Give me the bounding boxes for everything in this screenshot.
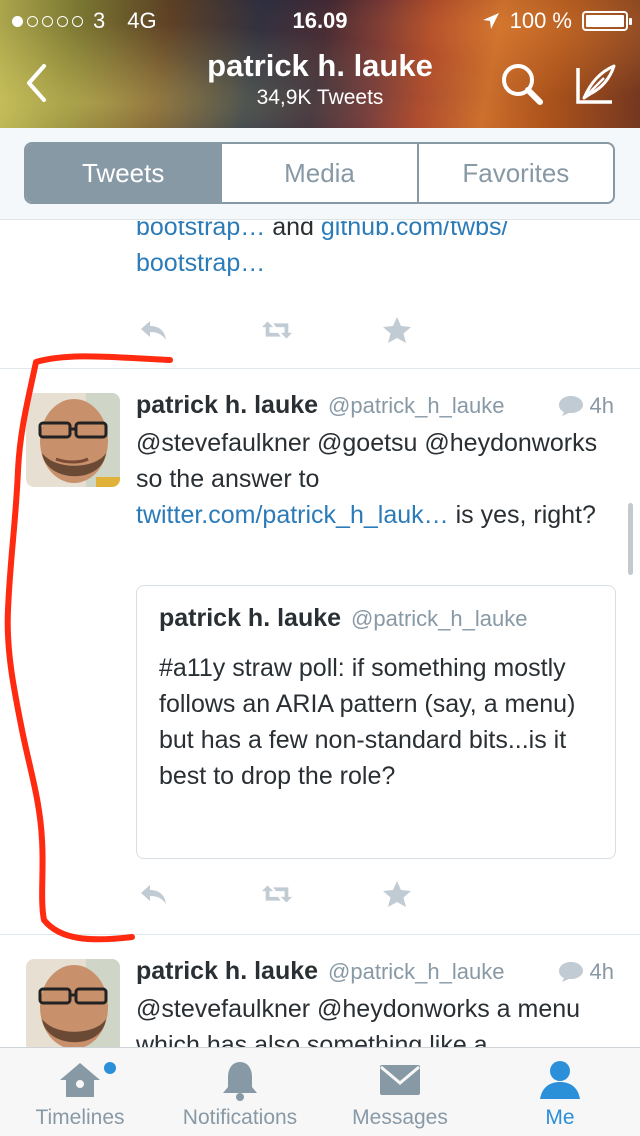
segmented-control: Tweets Media Favorites [24,142,615,204]
tweet-text-fragment: @stevefaulkner @goetsu @heydonworks so t… [136,429,598,493]
tweet-actions [136,315,414,345]
tab-favorites[interactable]: Favorites [419,144,613,202]
reply-button[interactable] [136,879,170,909]
author-name: patrick h. lauke [136,391,319,419]
tweet-link[interactable]: github.com/twbs/ [321,221,509,241]
avatar-photo-icon [26,959,120,1047]
tweet-author[interactable]: patrick h. lauke @patrick_h_lauke [136,391,504,420]
tab-label: Timelines [35,1106,125,1129]
tweet-timeline[interactable]: bootstrap… and github.com/twbs/ bootstra… [0,221,640,1047]
tweet-text: @stevefaulkner @heydonworks a menu which… [136,995,581,1047]
home-icon [55,1058,105,1102]
search-button[interactable] [496,60,550,110]
tweet-link[interactable]: twitter.com/patrick_h_lauk… [136,501,449,529]
quoted-author: patrick h. lauke @patrick_h_lauke [159,604,527,633]
compose-quill-icon [576,64,616,104]
status-bar: 3 4G 16.09 100 % [0,0,640,40]
reply-icon [141,885,166,904]
profile-tabs-bar: Tweets Media Favorites [0,128,640,220]
person-icon [535,1058,585,1102]
tab-label: Notifications [182,1106,298,1129]
tweet-link[interactable]: bootstrap… [136,221,265,241]
quoted-tweet[interactable]: patrick h. lauke @patrick_h_lauke #a11y … [136,585,616,859]
battery-icon [582,11,632,31]
scroll-indicator [628,503,633,575]
compose-tweet-button[interactable] [568,60,622,110]
quoted-author-handle: @patrick_h_lauke [351,606,528,631]
tab-tweets[interactable]: Tweets [26,144,223,202]
avatar[interactable] [26,959,120,1047]
quoted-author-name: patrick h. lauke [159,604,342,632]
tweet-link[interactable]: bootstrap… [136,249,265,277]
retweet-icon [261,885,293,903]
battery-percent: 100 % [509,8,572,33]
author-name: patrick h. lauke [136,957,319,985]
tweet-item[interactable]: patrick h. lauke @patrick_h_lauke 4h @st… [0,369,640,935]
retweet-icon [261,321,293,339]
star-icon [383,881,411,907]
tweet-time: 4h [589,393,614,418]
star-icon [383,317,411,343]
author-handle: @patrick_h_lauke [328,393,505,418]
avatar-photo-icon [26,393,120,487]
tab-label: Messages [352,1106,448,1129]
favorite-button[interactable] [380,315,414,345]
tweet-text: bootstrap… and github.com/twbs/ bootstra… [136,221,616,281]
author-handle: @patrick_h_lauke [328,959,505,984]
tweet-text-fragment: and [265,221,321,241]
tweet-text-fragment: is yes, right? [448,501,596,529]
reply-icon [141,321,166,340]
status-right: 100 % [482,8,632,34]
tab-notifications[interactable]: Notifications [160,1048,320,1136]
profile-header: 3 4G 16.09 100 % patrick h. lauke 34,9K … [0,0,640,128]
reply-button[interactable] [136,315,170,345]
retweet-button[interactable] [260,879,294,909]
tweet-author[interactable]: patrick h. lauke @patrick_h_lauke [136,957,504,986]
location-arrow-icon [482,13,499,29]
tweet-text: @stevefaulkner @goetsu @heydonworks so t… [136,425,606,533]
tweet-item[interactable]: bootstrap… and github.com/twbs/ bootstra… [0,221,640,369]
conversation-bubble-icon [558,962,583,982]
tweet-meta: 4h [558,393,614,419]
tweet-item[interactable]: patrick h. lauke @patrick_h_lauke 4h @st… [0,935,640,1047]
tweet-actions [136,879,414,909]
conversation-bubble-icon [558,396,583,416]
search-icon [502,64,543,105]
tab-messages[interactable]: Messages [320,1048,480,1136]
tab-timelines[interactable]: Timelines [0,1048,160,1136]
tab-me[interactable]: Me [480,1048,640,1136]
tweet-meta: 4h [558,959,614,985]
favorite-button[interactable] [380,879,414,909]
notification-dot [104,1062,116,1074]
bell-icon [215,1058,265,1102]
tab-label: Me [545,1106,575,1129]
retweet-button[interactable] [260,315,294,345]
envelope-icon [375,1058,425,1102]
quoted-tweet-text: #a11y straw poll: if something mostly fo… [159,654,576,790]
avatar[interactable] [26,393,120,487]
tab-media[interactable]: Media [222,144,419,202]
tweet-time: 4h [589,959,614,984]
bottom-tab-bar: Timelines Notifications Messages Me [0,1047,640,1136]
